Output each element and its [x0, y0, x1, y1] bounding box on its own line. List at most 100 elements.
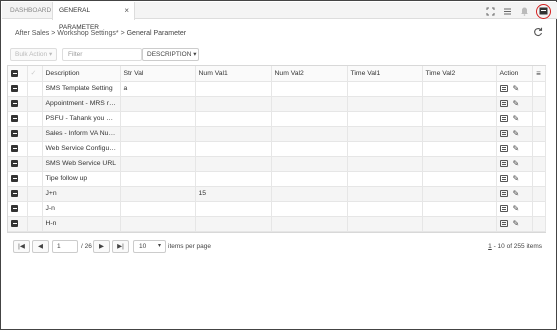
header-num-val2[interactable]: Num Val2 — [271, 66, 348, 82]
row-actions: ✎ — [496, 141, 533, 157]
cell-time-val1 — [347, 96, 423, 112]
pager-info: 1 - 10 of 255 items — [488, 243, 542, 250]
bell-icon[interactable] — [519, 6, 530, 17]
last-page-button[interactable]: ▶| — [112, 240, 129, 253]
header-time-val2[interactable]: Time Val2 — [422, 66, 497, 82]
next-page-button[interactable]: ▶ — [93, 240, 110, 253]
table-row[interactable]: Tipe follow up ✎ — [8, 171, 546, 187]
row-check-cell — [27, 81, 43, 97]
row-checkbox[interactable] — [8, 216, 28, 232]
cell-description: H-n — [42, 216, 121, 232]
detail-icon[interactable] — [499, 100, 508, 107]
cell-num-val1 — [195, 81, 272, 97]
table-row[interactable]: J-n ✎ — [8, 201, 546, 217]
detail-icon[interactable] — [499, 160, 508, 167]
row-checkbox[interactable] — [8, 171, 28, 187]
first-page-button[interactable]: |◀ — [13, 240, 30, 253]
cell-time-val2 — [422, 186, 497, 202]
row-checkbox[interactable] — [8, 111, 28, 127]
cell-description: SMS Web Service URL — [42, 156, 121, 172]
app-window: DASHBOARD GENERAL PARAMETER × After Sale… — [0, 0, 557, 330]
breadcrumb-after-sales[interactable]: After Sales — [15, 30, 49, 37]
prev-page-button[interactable]: ◀ — [32, 240, 49, 253]
cell-num-val2 — [271, 186, 348, 202]
minus-square-icon — [11, 114, 18, 122]
breadcrumb-current: General Parameter — [126, 30, 187, 37]
expand-icon[interactable] — [485, 6, 496, 17]
edit-icon[interactable]: ✎ — [513, 174, 520, 183]
detail-icon[interactable] — [499, 85, 508, 92]
table-row[interactable]: Appointment - MRS re... ✎ — [8, 96, 546, 112]
edit-icon[interactable]: ✎ — [513, 84, 520, 93]
edit-icon[interactable]: ✎ — [513, 219, 520, 228]
edit-icon[interactable]: ✎ — [513, 189, 520, 198]
cell-time-val1 — [347, 126, 423, 142]
select-all-checkbox[interactable] — [8, 66, 28, 82]
header-description[interactable]: Description — [42, 66, 121, 82]
cell-str-val — [120, 186, 196, 202]
row-actions: ✎ — [496, 111, 533, 127]
column-menu-icon[interactable]: ≡ — [532, 66, 546, 82]
row-spacer — [532, 186, 546, 202]
tab-dashboard[interactable]: DASHBOARD — [4, 2, 57, 19]
edit-icon[interactable]: ✎ — [513, 159, 520, 168]
detail-icon[interactable] — [499, 130, 508, 137]
tab-general-parameter[interactable]: GENERAL PARAMETER × — [52, 2, 135, 31]
cell-time-val1 — [347, 81, 423, 97]
row-check-cell — [27, 141, 43, 157]
row-spacer — [532, 111, 546, 127]
parameter-table: ✓ Description Str Val Num Val1 Num Val2 … — [8, 66, 546, 232]
edit-icon[interactable]: ✎ — [513, 129, 520, 138]
close-icon[interactable]: × — [124, 2, 129, 19]
page-size-label: items per page — [168, 243, 211, 250]
header-num-val1[interactable]: Num Val1 — [195, 66, 272, 82]
cell-num-val1 — [195, 201, 272, 217]
cell-str-val: a — [120, 81, 196, 97]
edit-icon[interactable]: ✎ — [513, 114, 520, 123]
detail-icon[interactable] — [499, 145, 508, 152]
refresh-icon[interactable] — [533, 27, 543, 40]
cell-num-val1 — [195, 126, 272, 142]
table-row[interactable]: Sales - Inform VA Num... ✎ — [8, 126, 546, 142]
row-checkbox[interactable] — [8, 81, 28, 97]
detail-icon[interactable] — [499, 115, 508, 122]
cell-str-val — [120, 201, 196, 217]
row-checkbox[interactable] — [8, 156, 28, 172]
breadcrumb-workshop-settings[interactable]: Workshop Settings* — [57, 30, 118, 37]
table-row[interactable]: Web Service Configur... ✎ — [8, 141, 546, 157]
user-card-icon[interactable] — [536, 3, 551, 19]
row-checkbox[interactable] — [8, 126, 28, 142]
table-row[interactable]: H-n ✎ — [8, 216, 546, 232]
detail-icon[interactable] — [499, 205, 508, 212]
header-str-val[interactable]: Str Val — [120, 66, 196, 82]
table-row[interactable]: J+n 15 ✎ — [8, 186, 546, 202]
filter-input[interactable]: Filter — [62, 48, 142, 61]
row-checkbox[interactable] — [8, 201, 28, 217]
row-spacer — [532, 171, 546, 187]
list-menu-icon[interactable] — [502, 6, 513, 17]
row-checkbox[interactable] — [8, 141, 28, 157]
detail-icon[interactable] — [499, 175, 508, 182]
cell-time-val1 — [347, 156, 423, 172]
table-row[interactable]: PSFU - Tahank you note ✎ — [8, 111, 546, 127]
table-row[interactable]: SMS Template Setting a ✎ — [8, 81, 546, 97]
page-number-input[interactable]: 1 — [52, 240, 78, 253]
cell-time-val2 — [422, 126, 497, 142]
row-checkbox[interactable] — [8, 96, 28, 112]
detail-icon[interactable] — [499, 190, 508, 197]
page-size-select[interactable]: 10 ▾ — [133, 240, 166, 253]
bulk-action-button[interactable]: Bulk Action ▾ — [10, 48, 57, 61]
row-checkbox[interactable] — [8, 186, 28, 202]
table-row[interactable]: SMS Web Service URL ✎ — [8, 156, 546, 172]
edit-icon[interactable]: ✎ — [513, 99, 520, 108]
tab-label: GENERAL PARAMETER — [59, 7, 99, 31]
detail-icon[interactable] — [499, 220, 508, 227]
edit-icon[interactable]: ✎ — [513, 144, 520, 153]
header-time-val1[interactable]: Time Val1 — [347, 66, 423, 82]
cell-num-val1 — [195, 96, 272, 112]
edit-icon[interactable]: ✎ — [513, 204, 520, 213]
row-spacer — [532, 96, 546, 112]
row-spacer — [532, 216, 546, 232]
chevron-down-icon: ▾ — [157, 243, 161, 249]
filter-column-dropdown[interactable]: DESCRIPTION ▾ — [142, 48, 199, 61]
